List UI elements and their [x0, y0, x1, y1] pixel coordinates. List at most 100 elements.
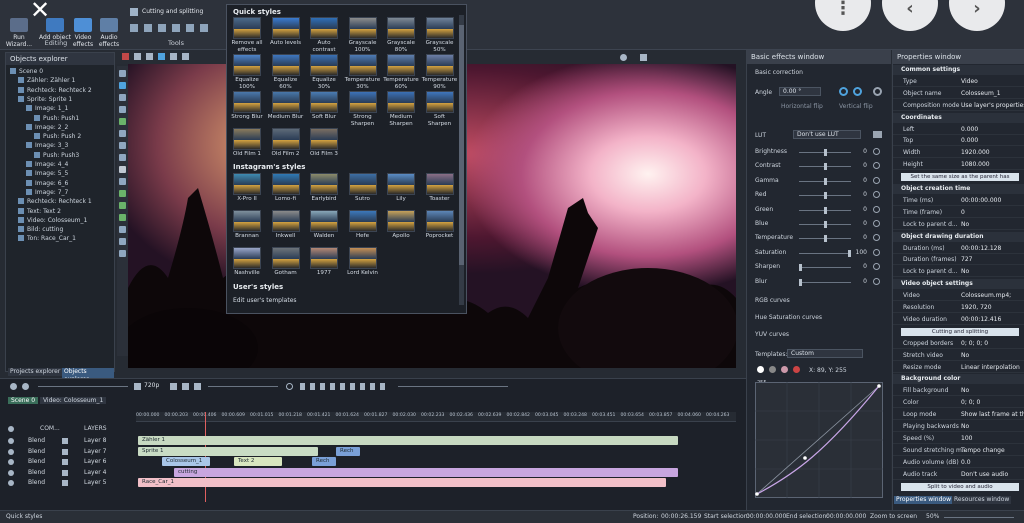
scissors-icon[interactable]	[130, 8, 138, 16]
reset-icon[interactable]	[873, 277, 880, 285]
rewind-icon[interactable]	[170, 383, 177, 390]
quick-style-item[interactable]: Remove all effects	[229, 17, 265, 53]
reset-icon[interactable]	[873, 263, 880, 271]
property-row[interactable]: Color 0; 0; 0	[893, 398, 1024, 409]
property-row[interactable]: Composition mode Use layer's properties	[893, 101, 1024, 111]
instagram-style-item[interactable]: Inkwell	[268, 210, 304, 240]
effect-slider[interactable]	[799, 206, 851, 214]
instagram-style-item[interactable]: 1977	[306, 247, 342, 277]
lane-blend-mode[interactable]: Blend	[28, 468, 45, 478]
effect-slider[interactable]	[799, 278, 851, 286]
tree-item[interactable]: Image: 7_7	[26, 188, 68, 197]
copy-icon[interactable]	[134, 53, 141, 60]
cutting-splitting-button[interactable]: Cutting and splitting	[142, 8, 203, 15]
timeline-ruler[interactable]: 00:00.00000:00.20300:00.40600:00.60900:0…	[136, 412, 736, 422]
instagram-style-item[interactable]: Walden	[306, 210, 342, 240]
volume-slider[interactable]	[398, 386, 508, 387]
tool-icon-1[interactable]	[130, 24, 138, 32]
rotate-right-icon[interactable]	[853, 87, 862, 96]
rgb-curves-header[interactable]: RGB curves	[755, 297, 790, 304]
lane-blend-mode[interactable]: Blend	[28, 478, 45, 488]
reset-angle-icon[interactable]	[873, 87, 882, 96]
quick-style-item[interactable]: Temperature 30%	[345, 54, 381, 90]
quick-style-item[interactable]: Old Film 1	[229, 128, 265, 158]
tree-item[interactable]: Scene 0	[10, 67, 43, 76]
quick-style-item[interactable]: Soft Sharpen	[422, 91, 458, 127]
quick-style-item[interactable]: Equalize 100%	[229, 54, 265, 90]
instagram-style-item[interactable]: Apollo	[383, 210, 419, 240]
zoom-slider[interactable]	[944, 517, 1014, 518]
property-row[interactable]: Video duration 00:00:12.416	[893, 315, 1024, 325]
property-row[interactable]: Loop mode Show last frame at the	[893, 410, 1024, 421]
tool-icon-5[interactable]	[186, 24, 194, 32]
property-row[interactable]: Audio track Don't use audio	[893, 470, 1024, 480]
edit-user-templates-link[interactable]: Edit user's templates	[233, 297, 297, 304]
timeline-clip[interactable]: Rech	[312, 457, 336, 466]
quick-style-item[interactable]: Medium Blur	[268, 91, 304, 121]
timeline-clip[interactable]: Rech	[336, 446, 360, 456]
tree-item[interactable]: Rechteck: Rechteck 1	[18, 197, 92, 206]
tab-video-colosseum[interactable]: Video: Colosseum_1	[39, 397, 107, 404]
property-row[interactable]: Time (frame) 0	[893, 208, 1024, 218]
reset-icon[interactable]	[873, 148, 880, 155]
slider-knob[interactable]	[824, 235, 827, 243]
instagram-style-item[interactable]: Gotham	[268, 247, 304, 277]
property-row[interactable]: Duration (ms) 00:00:12.128	[893, 244, 1024, 254]
timeline-clip[interactable]: Text 2	[234, 457, 282, 466]
quick-style-item[interactable]: Grayscale 50%	[422, 17, 458, 53]
quick-style-item[interactable]: Temperature 90%	[422, 54, 458, 90]
drawing-tool-icon[interactable]	[119, 202, 126, 209]
property-action-button[interactable]: Set the same size as the parent has	[901, 173, 1019, 182]
tab-projects-explorer[interactable]: Projects explorer	[8, 368, 63, 376]
slider-knob[interactable]	[824, 163, 827, 171]
effect-slider[interactable]	[799, 221, 851, 228]
instagram-style-item[interactable]: X-Pro II	[229, 173, 265, 203]
reset-icon[interactable]	[873, 234, 880, 242]
property-section[interactable]: Object creation time	[893, 184, 1024, 194]
quick-style-item[interactable]: Auto contrast	[306, 17, 342, 53]
property-action-button[interactable]: Split to video and audio	[901, 482, 1019, 491]
tree-item[interactable]: Rechteck: Rechteck 2	[18, 86, 92, 95]
zoom-in-icon[interactable]	[10, 383, 17, 390]
timeline-clip[interactable]: Zähler 1	[138, 436, 678, 445]
redo-icon[interactable]	[182, 53, 189, 60]
quick-style-item[interactable]: Medium Sharpen	[383, 91, 419, 127]
drawing-tool-icon[interactable]	[119, 142, 126, 149]
property-row[interactable]: Top 0.000	[893, 136, 1024, 147]
drawing-tool-icon[interactable]	[119, 190, 126, 197]
property-row[interactable]: Lock to parent d... No	[893, 220, 1024, 230]
quick-style-item[interactable]: Equalize 30%	[306, 54, 342, 90]
hue-saturation-header[interactable]: Hue Saturation curves	[755, 314, 822, 321]
lane-lock-icon[interactable]	[62, 438, 68, 444]
tree-item[interactable]: Bild: cutting	[18, 225, 63, 234]
property-section[interactable]: Object drawing duration	[893, 231, 1024, 242]
quick-style-item[interactable]: Equalize 60%	[268, 54, 304, 90]
drawing-tool-icon[interactable]	[119, 154, 126, 161]
effect-slider[interactable]	[799, 163, 851, 171]
timeline-lane[interactable]: Blend Layer 4	[8, 468, 144, 478]
tree-item[interactable]: Video: Colosseum_1	[18, 216, 87, 225]
channel-mixed-icon[interactable]	[781, 366, 788, 373]
instagram-style-item[interactable]: Nashville	[229, 247, 265, 277]
property-row[interactable]: Playing backwards No	[893, 422, 1024, 432]
zoom-out-icon[interactable]	[22, 383, 29, 390]
tool-icon-3[interactable]	[158, 24, 166, 32]
zoom-label[interactable]: Zoom to screen	[870, 511, 917, 523]
playback-slider[interactable]	[208, 386, 278, 387]
effect-slider[interactable]	[799, 264, 851, 272]
paste-icon[interactable]	[146, 53, 153, 60]
channel-red-icon[interactable]	[793, 366, 800, 373]
transport-buttons[interactable]	[300, 383, 390, 390]
timeline-lane[interactable]: Blend Layer 8	[8, 436, 144, 446]
quick-style-item[interactable]: Grayscale 80%	[383, 17, 419, 53]
slider-knob[interactable]	[824, 192, 827, 200]
effect-slider[interactable]	[799, 177, 851, 185]
preview-icon[interactable]	[134, 383, 141, 390]
reset-icon[interactable]	[873, 162, 880, 170]
effect-slider[interactable]	[799, 192, 851, 200]
tree-item[interactable]: Push: Push 2	[34, 132, 81, 141]
stop-icon[interactable]	[194, 383, 201, 390]
lane-lock-icon[interactable]	[62, 448, 68, 455]
property-row[interactable]: Type Video	[893, 77, 1024, 87]
tab-scene-0[interactable]: Scene 0	[8, 397, 39, 404]
